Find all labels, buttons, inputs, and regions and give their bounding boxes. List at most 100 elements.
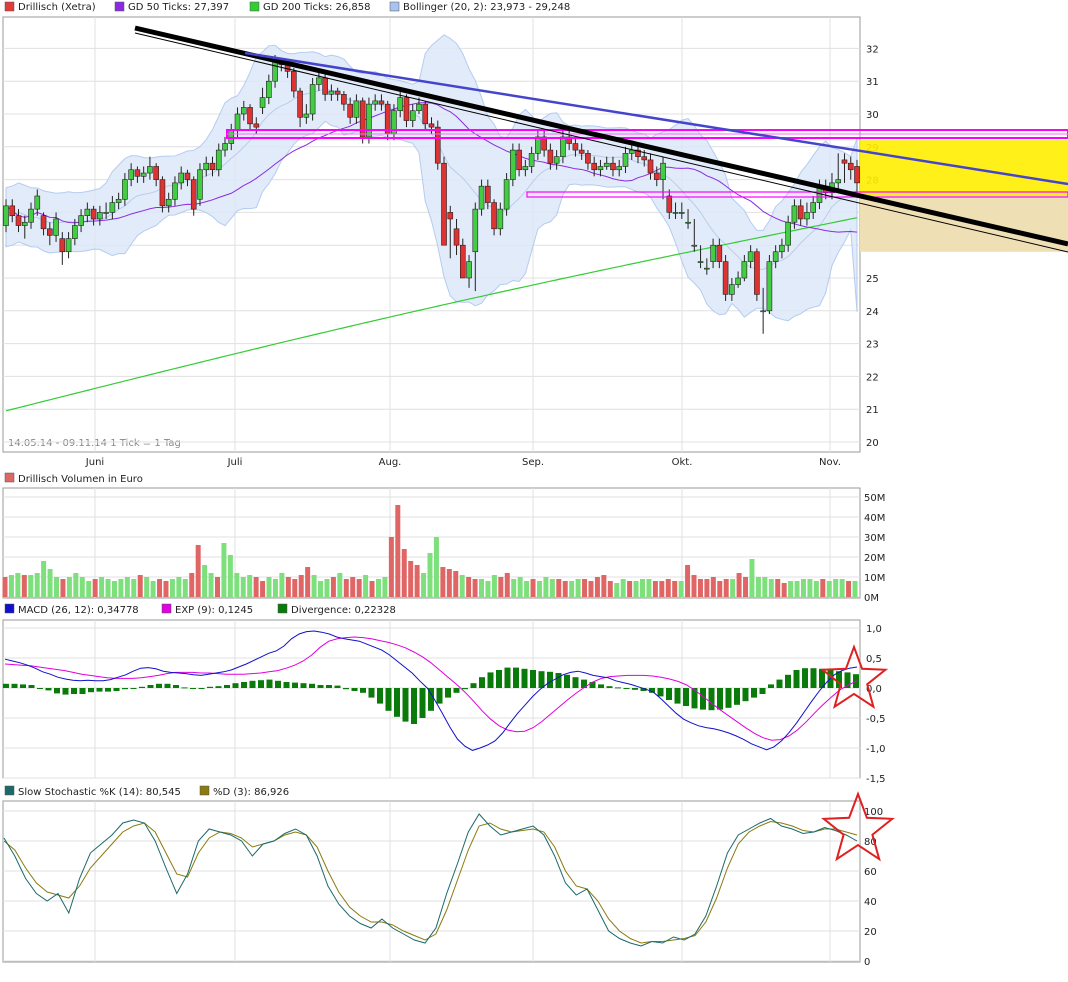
price-tick-label: 20 [866, 438, 879, 449]
candle-body [622, 153, 629, 167]
volume-bar [266, 577, 272, 597]
candle-body [90, 208, 97, 220]
candle-body [15, 215, 22, 226]
macd-divergence-bar [360, 688, 366, 693]
macd-divergence-bar [105, 688, 111, 692]
macd-divergence-bar [54, 688, 60, 694]
volume-bar [582, 579, 588, 597]
candle-body [810, 202, 816, 213]
candle-body [347, 103, 353, 118]
volume-bar [678, 581, 684, 597]
volume-bar [15, 573, 21, 597]
candle-body [666, 195, 673, 213]
macd-divergence-bar [351, 688, 358, 691]
candle-body [234, 113, 241, 131]
volume-bar [446, 569, 452, 597]
candle-body [28, 208, 34, 223]
volume-bar [215, 577, 220, 597]
macd-divergence-bar [487, 672, 494, 688]
volume-bar [543, 577, 549, 597]
volume-bar [485, 581, 491, 597]
volume-bar [511, 579, 517, 597]
price-tick-label: 24 [866, 307, 879, 318]
volume-bar [536, 581, 542, 597]
candle-body [134, 169, 141, 177]
volume-bar [86, 581, 92, 597]
macd-divergence-bar [564, 674, 570, 688]
macd-divergence-bar [96, 688, 103, 692]
candle-body [535, 136, 541, 154]
volume-bar [820, 579, 826, 597]
legend-gd200: GD 200 Ticks: 26,858 [263, 2, 371, 13]
volume-bar [2, 577, 8, 597]
macd-divergence-bar [402, 688, 409, 722]
candle-body [147, 166, 153, 174]
volume-bar [182, 579, 188, 597]
macd-divergence-bar [300, 683, 307, 688]
candle-body [416, 103, 422, 112]
volume-bar [92, 579, 98, 597]
volume-bar [768, 579, 774, 597]
candle-body [760, 310, 766, 313]
macd-divergence-bar [606, 686, 613, 688]
candle-body [190, 179, 197, 210]
volume-bar [356, 579, 362, 597]
macd-divergence-bar [666, 688, 672, 700]
volume-bar [285, 577, 291, 597]
volume-bar [144, 577, 150, 597]
volume-bar [453, 571, 459, 597]
volume-bar [504, 573, 510, 597]
volume-bar [305, 567, 311, 597]
candle-body [422, 103, 429, 125]
macd-divergence-bar [45, 688, 52, 691]
legend-stochastic: Slow Stochastic %K (14): 80,545 %D (3): … [4, 785, 289, 798]
macd-divergence-bar [547, 671, 553, 688]
candle-body [497, 208, 504, 230]
macd-divergence-bar [20, 684, 26, 688]
candle-body [691, 244, 698, 247]
candle-body [653, 172, 660, 180]
volume-bar [73, 573, 79, 597]
macd-divergence-bar [598, 684, 604, 688]
volume-bar [99, 577, 105, 597]
macd-divergence-bar [717, 688, 723, 710]
macd-divergence-bar [232, 683, 239, 688]
macd-divergence-bar [198, 688, 205, 689]
volume-bar [620, 579, 626, 597]
candle-body [453, 228, 460, 246]
volume-tick-label: 40M [864, 513, 885, 524]
volume-bar [363, 575, 369, 597]
candle-body [610, 162, 616, 171]
candle-body [115, 198, 122, 203]
volume-bar [491, 575, 497, 597]
legend-bollinger: Bollinger (20, 2): 23,973 - 29,248 [403, 2, 570, 13]
price-tick-label: 22 [866, 372, 879, 383]
x-axis-label: Sep. [522, 457, 544, 468]
volume-bar [594, 577, 600, 597]
macd-divergence-bar [742, 688, 749, 702]
volume-tick-label: 50M [864, 493, 885, 504]
volume-bar [401, 549, 407, 597]
volume-bar [466, 577, 472, 597]
macd-divergence-bar [122, 688, 128, 690]
candle-body [441, 162, 447, 246]
volume-bar [826, 581, 832, 597]
candle-body [835, 179, 842, 184]
candle-body [247, 107, 253, 125]
macd-divergence-bar [258, 680, 264, 688]
macd-divergence-bar [266, 679, 273, 688]
volume-bar [47, 569, 53, 597]
volume-bar [240, 577, 246, 597]
volume-bar [833, 579, 839, 597]
macd-divergence-bar [623, 688, 630, 689]
candle-body [741, 261, 748, 279]
macd-divergence-bar [436, 688, 443, 704]
volume-bar [440, 567, 446, 597]
candle-body [722, 261, 729, 295]
macd-divergence-bar [3, 683, 9, 688]
volume-tick-label: 20M [864, 553, 885, 564]
candle-body [303, 113, 310, 118]
macd-divergence-bar [513, 667, 519, 688]
volume-bar [150, 581, 156, 597]
macd-divergence-bar [802, 668, 808, 688]
